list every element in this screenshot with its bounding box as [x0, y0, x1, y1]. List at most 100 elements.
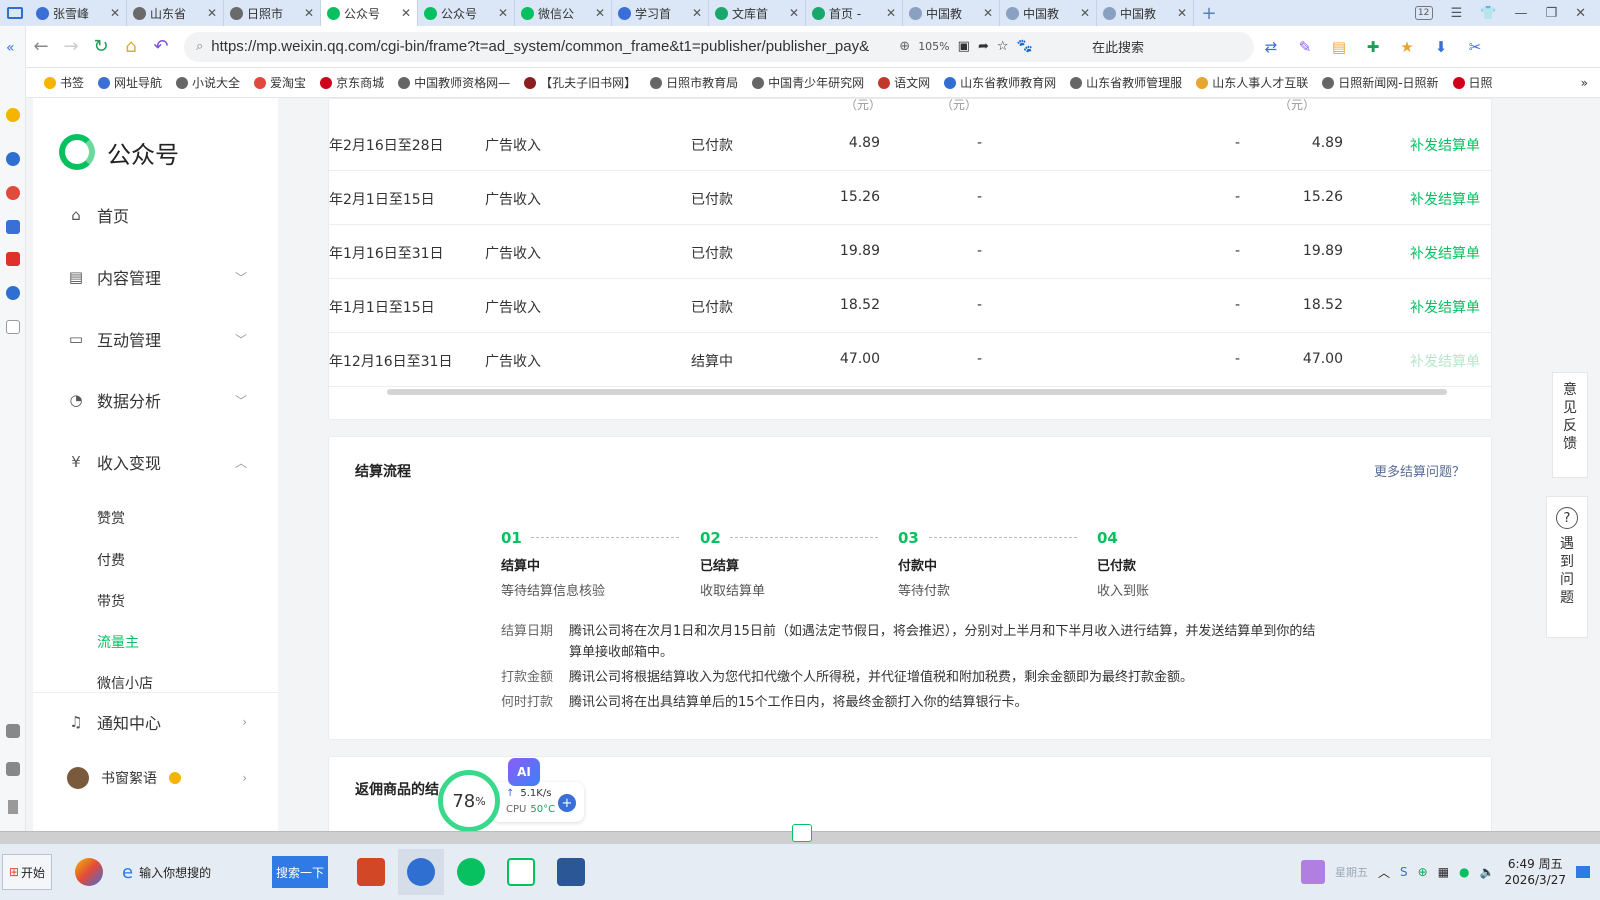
share-icon[interactable]: ➦ [978, 39, 989, 54]
tab-close-icon[interactable]: ✕ [1177, 6, 1187, 20]
browser-search-field[interactable]: 在此搜索 [1092, 37, 1242, 56]
word-icon[interactable] [548, 849, 594, 895]
favorite-icon[interactable]: ★ [1390, 38, 1424, 56]
sidebar-sogou-icon[interactable] [6, 152, 20, 166]
sidebar-bag-icon[interactable] [6, 762, 20, 776]
tab-close-icon[interactable]: ✕ [498, 6, 508, 20]
translate-icon[interactable]: ⇄ [1254, 38, 1288, 56]
bookmark-item[interactable]: 山东省教师教育网 [944, 74, 1056, 91]
sogou-widget-icon[interactable] [792, 824, 812, 842]
nav-item-content[interactable]: ▤ 内容管理 ﹀ [67, 262, 247, 292]
bookmark-item[interactable]: 山东人事人才互联 [1196, 74, 1308, 91]
scissors-icon[interactable]: ✂ [1458, 38, 1492, 56]
nav-item-monetization[interactable]: ¥ 收入变现 ︿ [67, 447, 247, 477]
tab-close-icon[interactable]: ✕ [207, 6, 217, 20]
start-button[interactable]: ⊞ 开始 [2, 854, 52, 890]
page-bottom-scrollbar[interactable] [0, 824, 1600, 843]
tab-close-icon[interactable]: ✕ [595, 6, 605, 20]
tab-close-icon[interactable]: ✕ [886, 6, 896, 20]
tab-count-badge[interactable]: 12 [1414, 6, 1433, 20]
nav-item-analytics[interactable]: ◔ 数据分析 ﹀ [67, 385, 247, 415]
sidebar-baidu-icon[interactable] [6, 220, 20, 234]
logo[interactable]: 公众号 [59, 134, 179, 170]
system-monitor-widget[interactable]: ↑ 5.1K/s CPU 50°C + AI 78% [438, 758, 588, 832]
add-icon[interactable]: + [558, 794, 576, 812]
new-tab-button[interactable]: + [1194, 0, 1224, 26]
tab-close-icon[interactable]: ✕ [304, 6, 314, 20]
reader-icon[interactable]: ▣ [958, 39, 970, 54]
browser-tab[interactable]: 学习首 ✕ [612, 0, 709, 26]
browser-tab[interactable]: 中国教 ✕ [1097, 0, 1194, 26]
back-icon[interactable]: ← [26, 36, 56, 57]
minimize-icon[interactable]: — [1514, 6, 1527, 21]
home-icon[interactable]: ⌂ [116, 36, 146, 57]
feedback-button[interactable]: 意 见 反 馈 [1552, 372, 1588, 478]
bookmark-item[interactable]: 小说大全 [176, 74, 240, 91]
bookmark-item[interactable]: 中国青少年研究网 [752, 74, 864, 91]
paw-icon[interactable]: 🐾 [1017, 39, 1033, 54]
tab-close-icon[interactable]: ✕ [401, 6, 411, 20]
volume-icon[interactable]: 🔈 [1480, 865, 1495, 879]
tray-expand-icon[interactable]: ︿ [1378, 864, 1390, 881]
more-settlement-questions-link[interactable]: 更多结算问题？ [1374, 461, 1465, 480]
browser-menu-icon[interactable] [0, 0, 30, 26]
browser-tab[interactable]: 公众号 ✕ [418, 0, 515, 26]
tray-network-icon[interactable]: ▦ [1438, 865, 1449, 879]
sidebar-app-icon[interactable] [6, 186, 20, 200]
close-window-icon[interactable]: ✕ [1575, 6, 1586, 21]
tray-sogou-icon[interactable]: S [1400, 865, 1408, 879]
horizontal-scrollbar[interactable] [387, 389, 1447, 395]
nav-item-notifications[interactable]: ♫ 通知中心 › [67, 707, 247, 737]
bookmark-item[interactable]: 山东省教师管理服 [1070, 74, 1182, 91]
nav-sub-item-paid[interactable]: 付费 [97, 550, 125, 570]
url-field[interactable]: ⌕ https://mp.weixin.qq.com/cgi-bin/frame… [184, 31, 1254, 62]
download-icon[interactable]: ⬇ [1424, 38, 1458, 56]
reissue-statement-link[interactable]: 补发结算单 [1410, 189, 1480, 209]
calendar-icon[interactable] [1300, 860, 1325, 884]
browser-tab[interactable]: 山东省 ✕ [127, 0, 224, 26]
menu-icon[interactable]: ☰ [1451, 6, 1463, 21]
bookmark-item[interactable]: 日照 [1452, 74, 1493, 91]
taskbar-search[interactable]: e 输入你想搜的 [122, 862, 272, 883]
skin-icon[interactable]: 👕 [1480, 6, 1496, 21]
clock[interactable]: 6:49 周五 2026/3/27 [1504, 856, 1566, 888]
reissue-statement-link[interactable]: 补发结算单 [1410, 135, 1480, 155]
tray-update-icon[interactable]: ⊕ [1418, 865, 1428, 879]
browser-tab[interactable]: 微信公 ✕ [515, 0, 612, 26]
ai-assistant-button[interactable]: AI [508, 758, 540, 786]
reissue-statement-link[interactable]: 补发结算单 [1410, 297, 1480, 317]
tab-close-icon[interactable]: ✕ [110, 6, 120, 20]
browser-tab[interactable]: 中国教 ✕ [903, 0, 1000, 26]
tray-wechat-icon[interactable]: ● [1459, 865, 1469, 879]
bookmark-item[interactable]: 语文网 [878, 74, 930, 91]
sidebar-favorites-icon[interactable] [6, 108, 20, 122]
bookmark-item[interactable]: 中国教师资格网— [398, 74, 510, 91]
taskbar-assistant-icon[interactable] [66, 849, 112, 895]
nav-sub-item-commerce[interactable]: 带货 [97, 591, 125, 611]
taskbar-search-button[interactable]: 搜索一下 [272, 856, 328, 888]
wechat-icon[interactable] [448, 849, 494, 895]
sogou-browser-icon[interactable] [398, 849, 444, 895]
browser-tab[interactable]: 文库首 ✕ [709, 0, 806, 26]
star-icon[interactable]: ☆ [997, 39, 1009, 54]
nav-sub-item-ad-host[interactable]: 流量主 [97, 632, 139, 652]
forward-icon[interactable]: → [56, 36, 86, 57]
tab-close-icon[interactable]: ✕ [789, 6, 799, 20]
bookmark-item[interactable]: 【孔夫子旧书网】 [524, 74, 636, 91]
collapse-sidebar-icon[interactable]: « [6, 40, 15, 56]
sidebar-clock-icon[interactable] [6, 286, 20, 300]
sidebar-top-icon[interactable] [8, 800, 18, 814]
reissue-statement-link[interactable]: 补发结算单 [1410, 243, 1480, 263]
taskbar-search-input[interactable]: 输入你想搜的 [139, 864, 211, 881]
reload-icon[interactable]: ↻ [86, 36, 116, 57]
browser-tab[interactable]: 公众号 ✕ [321, 0, 418, 26]
browser-tab[interactable]: 日照市 ✕ [224, 0, 321, 26]
bookmark-item[interactable]: 爱淘宝 [254, 74, 306, 91]
undo-icon[interactable]: ↶ [146, 36, 176, 57]
zoom-level[interactable]: 105% [918, 40, 949, 53]
sidebar-news-icon[interactable] [6, 252, 20, 266]
nav-sub-item-appreciation[interactable]: 赞赏 [97, 508, 125, 528]
browser-tab[interactable]: 首页 - ✕ [806, 0, 903, 26]
extension-icon[interactable]: ✚ [1356, 38, 1390, 56]
bookmark-item[interactable]: 书签 [44, 74, 84, 91]
